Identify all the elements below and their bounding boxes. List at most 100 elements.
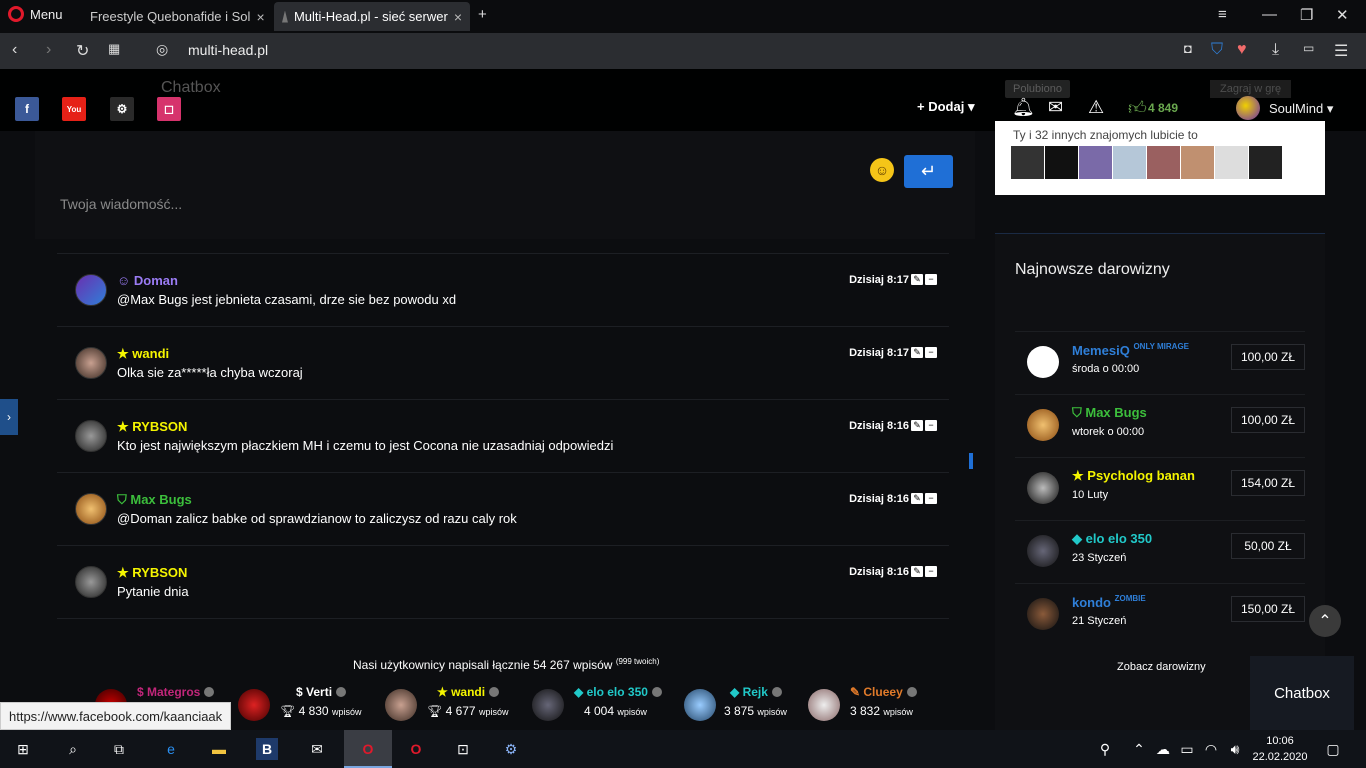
add-button[interactable]: + Dodaj ▾	[917, 99, 974, 115]
forward-icon[interactable]: ›	[46, 41, 51, 59]
reload-icon[interactable]: ↻	[76, 41, 89, 61]
easy-setup-icon[interactable]: ☰	[1334, 41, 1348, 61]
opera-menu-button[interactable]: Menu	[8, 6, 63, 22]
tab-menu-icon[interactable]: ≡	[1218, 6, 1227, 23]
bell-icon[interactable]: 🔔︎	[1012, 97, 1035, 118]
avatar[interactable]	[1113, 146, 1146, 179]
mail-icon[interactable]: ✉	[306, 738, 328, 760]
youtube-icon[interactable]: You	[62, 97, 86, 121]
donor-name[interactable]: ◆ elo elo 350	[1072, 531, 1152, 547]
tab-youtube[interactable]: Freestyle Quebonafide i Sol ×	[76, 2, 272, 31]
task-view-icon[interactable]: ⧉	[108, 738, 130, 760]
edit-icon[interactable]: ✎	[911, 347, 923, 358]
donor-name[interactable]: ★ Psycholog banan	[1072, 468, 1195, 484]
top-poster[interactable]: ★ wandi 🏆︎ 4 677 wpisów	[385, 683, 525, 723]
edit-icon[interactable]: ✎	[911, 420, 923, 431]
wifi-icon[interactable]: ◠	[1200, 738, 1222, 760]
new-tab-icon[interactable]: +	[478, 6, 487, 23]
delete-icon[interactable]: −	[925, 566, 937, 577]
battery-icon[interactable]: ▭	[1303, 41, 1314, 55]
top-poster[interactable]: ◆ elo elo 350 4 004 wpisów	[532, 683, 682, 723]
message-author[interactable]: ★ wandi	[117, 346, 169, 362]
avatar[interactable]	[1045, 146, 1078, 179]
people-icon[interactable]: ⚲	[1094, 738, 1116, 760]
warning-icon[interactable]: ⚠	[1088, 97, 1104, 118]
delete-icon[interactable]: −	[925, 493, 937, 504]
message-author[interactable]: ★ RYBSON	[117, 565, 187, 581]
avatar[interactable]	[1027, 472, 1059, 504]
edit-icon[interactable]: ✎	[911, 274, 923, 285]
avatar[interactable]	[1027, 346, 1059, 378]
avatar[interactable]	[1147, 146, 1180, 179]
avatar[interactable]	[1181, 146, 1214, 179]
delete-icon[interactable]: −	[925, 420, 937, 431]
username-menu[interactable]: SoulMind ▾	[1269, 101, 1333, 117]
notifications-icon[interactable]: ▢	[1322, 738, 1344, 760]
donor-name[interactable]: ⛉ Max Bugs	[1072, 405, 1147, 421]
edge-icon[interactable]: e	[160, 738, 182, 760]
file-explorer-icon[interactable]: ▬	[208, 738, 230, 760]
avatar[interactable]	[1027, 409, 1059, 441]
donor-name[interactable]: kondo ZOMBIE	[1072, 594, 1146, 610]
b-app-icon[interactable]: B	[256, 738, 278, 760]
top-poster[interactable]: ✎ Clueey 3 832 wpisów	[808, 683, 938, 723]
avatar[interactable]	[75, 420, 107, 452]
avatar[interactable]	[75, 347, 107, 379]
windows-start-icon[interactable]: ⊞	[12, 738, 34, 760]
speed-dial-icon[interactable]: ▦	[108, 41, 120, 57]
facebook-icon[interactable]: f	[15, 97, 39, 121]
see-donations-link[interactable]: Zobacz darowizny	[1117, 661, 1206, 673]
battery-icon[interactable]: ▭	[1176, 738, 1198, 760]
instagram-icon[interactable]: ◻	[157, 97, 181, 121]
tab-multihead[interactable]: Multi-Head.pl - sieć serwer ×	[274, 2, 470, 31]
edit-icon[interactable]: ✎	[911, 566, 923, 577]
message-author[interactable]: ★ RYBSON	[117, 419, 187, 435]
cloud-icon[interactable]: ☁	[1152, 738, 1174, 760]
url-field[interactable]: multi-head.pl	[188, 42, 268, 58]
steam-icon[interactable]: ⚙	[500, 738, 522, 760]
top-poster[interactable]: ◆ Rejk 3 875 wpisów	[684, 683, 804, 723]
avatar[interactable]	[1249, 146, 1282, 179]
chevron-up-icon[interactable]: ⌃	[1128, 738, 1150, 760]
volume-icon[interactable]: 🔊︎	[1224, 738, 1246, 760]
close-window-icon[interactable]: ✕	[1336, 6, 1349, 24]
avatar[interactable]	[1236, 96, 1260, 120]
delete-icon[interactable]: −	[925, 347, 937, 358]
donor-name[interactable]: MemesiQ ONLY MIRAGE	[1072, 342, 1189, 358]
avatar[interactable]	[75, 493, 107, 525]
fb-like-button[interactable]: Polubiono	[1005, 80, 1070, 98]
shield-icon[interactable]: ⛉	[1211, 41, 1223, 59]
close-icon[interactable]: ×	[256, 9, 264, 25]
message-author[interactable]: ☺ Doman	[117, 273, 178, 288]
edit-icon[interactable]: ✎	[911, 493, 923, 504]
back-icon[interactable]: ‹	[12, 41, 17, 59]
avatar[interactable]	[1079, 146, 1112, 179]
send-button[interactable]: ↵	[904, 155, 953, 188]
emoji-icon[interactable]: ☺	[870, 158, 894, 182]
message-author[interactable]: ⛉ Max Bugs	[117, 492, 192, 508]
chatbox-button[interactable]: Chatbox	[1250, 656, 1354, 730]
avatar[interactable]	[75, 274, 107, 306]
avatar[interactable]	[1027, 598, 1059, 630]
opera-icon[interactable]: O	[357, 738, 379, 760]
opera-gx-icon[interactable]: O	[405, 738, 427, 760]
delete-icon[interactable]: −	[925, 274, 937, 285]
system-clock[interactable]: 10:06 22.02.2020	[1252, 733, 1308, 765]
heart-icon[interactable]: ♥	[1237, 41, 1247, 59]
scroll-top-button[interactable]: ⌃	[1309, 605, 1341, 637]
top-poster[interactable]: $ Verti 🏆︎ 4 830 wpisów	[238, 683, 378, 723]
close-icon[interactable]: ×	[454, 9, 462, 25]
search-icon[interactable]: ⌕	[62, 738, 84, 760]
download-icon[interactable]: ⤓	[1272, 41, 1279, 59]
avatar[interactable]	[1027, 535, 1059, 567]
chat-message-input[interactable]: Twoja wiadomość...	[60, 196, 182, 212]
minimize-icon[interactable]: —	[1262, 6, 1277, 23]
maximize-icon[interactable]: ❐	[1300, 6, 1313, 24]
side-panel-toggle[interactable]: ›	[0, 399, 18, 435]
mail-icon[interactable]: ✉	[1048, 97, 1063, 118]
store-icon[interactable]: ⊡	[452, 738, 474, 760]
steam-icon[interactable]: ⚙	[110, 97, 134, 121]
avatar[interactable]	[1011, 146, 1044, 179]
camera-icon[interactable]: ◘	[1184, 41, 1192, 56]
avatar[interactable]	[75, 566, 107, 598]
